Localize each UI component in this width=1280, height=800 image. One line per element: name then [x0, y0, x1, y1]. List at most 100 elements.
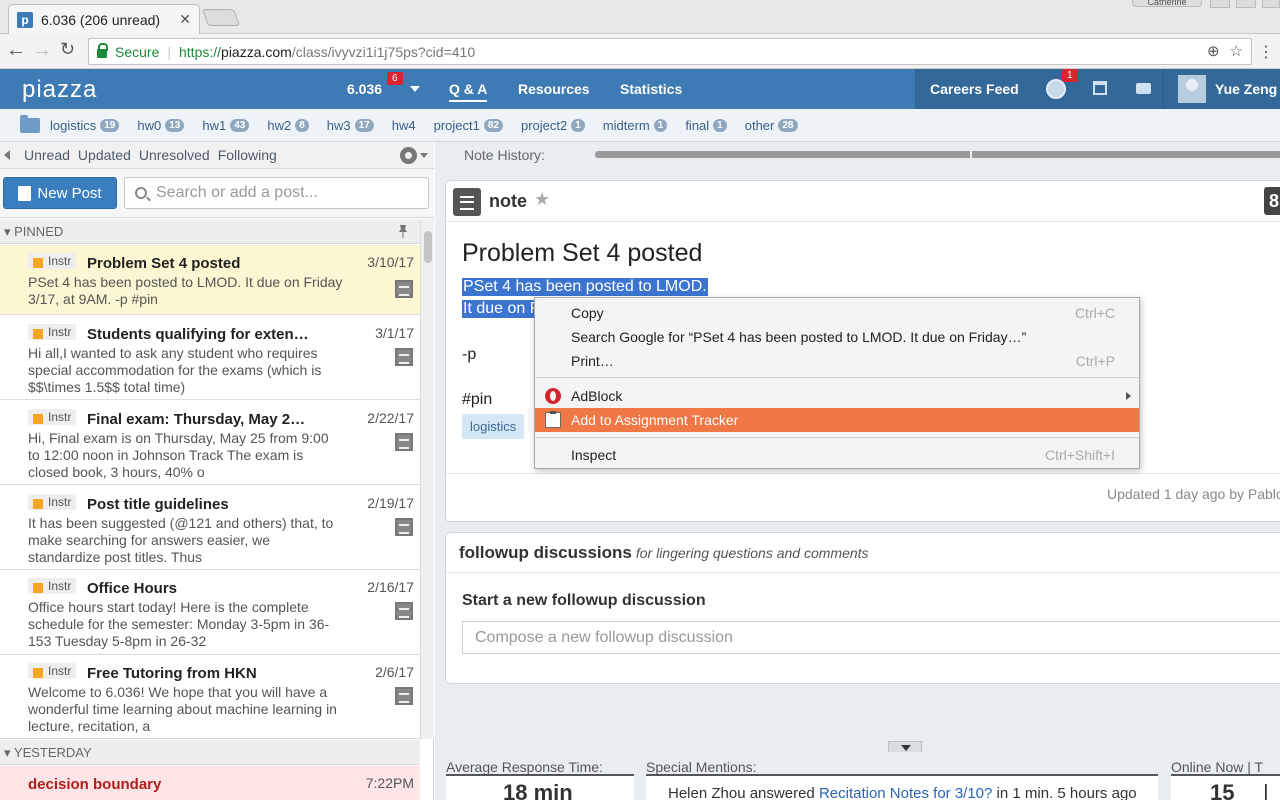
followup-subtitle: for lingering questions and comments	[635, 545, 869, 561]
filter-following[interactable]: Following	[218, 147, 277, 163]
chevron-down-icon[interactable]	[420, 153, 428, 158]
gear-icon[interactable]	[400, 147, 417, 164]
collapse-arrow-icon[interactable]	[4, 150, 10, 160]
scrollbar-thumb[interactable]	[424, 231, 432, 263]
zoom-icon[interactable]: ⊕	[1207, 42, 1220, 60]
folder-other[interactable]: other 28	[745, 118, 798, 133]
calendar-icon[interactable]	[1093, 81, 1107, 95]
note-history-slider[interactable]	[595, 151, 1280, 158]
address-bar-row: ← → ↻ Secure | https://piazza.com/class/…	[0, 34, 1280, 69]
reload-icon[interactable]: ↻	[60, 39, 75, 60]
post-date: 2/22/17	[367, 410, 414, 426]
pin-icon[interactable]	[397, 224, 409, 238]
menu-item-print[interactable]: Print… Ctrl+P	[535, 349, 1139, 373]
menu-item-copy[interactable]: Copy Ctrl+C	[535, 301, 1139, 325]
note-icon	[395, 518, 413, 536]
folder-project2[interactable]: project2 1	[521, 118, 585, 133]
menu-item-search-google[interactable]: Search Google for “PSet 4 has been poste…	[535, 325, 1139, 349]
nav-statistics[interactable]: Statistics	[620, 81, 682, 97]
mention-tail: in 1 min. 5 hours ago	[992, 785, 1137, 800]
instructor-badge: Instr	[28, 663, 77, 679]
note-menu-icon[interactable]	[453, 188, 481, 216]
user-name[interactable]: Yue Zeng	[1215, 81, 1277, 97]
new-post-button[interactable]: New Post	[3, 177, 117, 209]
list-item[interactable]: decision boundary 7:22PM	[0, 766, 420, 800]
followup-header: followup discussions for lingering questi…	[446, 533, 1280, 573]
filter-unread[interactable]: Unread	[24, 147, 70, 163]
folder-midterm[interactable]: midterm 1	[603, 118, 668, 133]
folder-label: other	[744, 117, 775, 133]
bookmark-star-icon[interactable]: ☆	[1230, 42, 1243, 60]
folder-hw1[interactable]: hw1 43	[202, 118, 250, 133]
notification-badge: 1	[1062, 69, 1078, 82]
network-globe-icon[interactable]	[1046, 79, 1066, 99]
close-icon[interactable]: ✕	[179, 11, 191, 28]
post-list-scrollbar[interactable]	[420, 219, 434, 739]
group-label: ▾ YESTERDAY	[4, 745, 92, 760]
class-dropdown-caret-icon[interactable]	[410, 86, 420, 92]
list-item[interactable]: Instr Free Tutoring from HKN 2/6/17 Welc…	[0, 655, 420, 739]
folder-icon[interactable]	[20, 114, 40, 133]
post-snippet: PSet 4 has been posted to LMOD. It due o…	[28, 274, 343, 307]
group-header-yesterday[interactable]: ▾ YESTERDAY	[0, 740, 420, 765]
star-icon[interactable]: ★	[534, 189, 550, 210]
browser-tab[interactable]: p 6.036 (206 unread) ✕	[8, 4, 200, 34]
note-type-label: note	[489, 191, 527, 211]
profile-button[interactable]: Catherine	[1132, 0, 1202, 7]
folder-count-badge: 1	[653, 118, 668, 132]
group-header-pinned[interactable]: ▾ PINNED	[0, 219, 420, 244]
post-title: decision boundary	[28, 776, 162, 793]
filter-updated[interactable]: Updated	[78, 147, 131, 163]
nav-qa[interactable]: Q & A	[449, 81, 488, 102]
filter-unresolved[interactable]: Unresolved	[139, 147, 210, 163]
menu-item-adblock[interactable]: AdBlock	[535, 384, 1139, 408]
avatar[interactable]	[1178, 75, 1206, 103]
nav-resources[interactable]: Resources	[518, 81, 590, 97]
folder-final[interactable]: final 1	[685, 118, 727, 133]
minimize-icon[interactable]	[1210, 0, 1230, 8]
piazza-logo[interactable]: piazza	[22, 76, 97, 104]
menu-dots-icon[interactable]: ⋮	[1258, 42, 1274, 62]
search-placeholder: Search or add a post...	[156, 184, 318, 201]
maximize-icon[interactable]	[1236, 0, 1256, 8]
avg-response-value: 18 min	[503, 780, 573, 800]
forward-icon[interactable]: →	[32, 39, 52, 62]
list-item[interactable]: Instr Problem Set 4 posted 3/10/17 PSet …	[0, 245, 420, 315]
careers-feed-link[interactable]: Careers Feed	[930, 81, 1019, 97]
class-selector[interactable]: 6.036	[347, 81, 382, 97]
group-label: ▾ PINNED	[4, 224, 64, 239]
followup-input[interactable]: Compose a new followup discussion	[462, 621, 1280, 654]
post-title: Problem Set 4 posted	[87, 255, 241, 272]
folder-hw4[interactable]: hw4	[392, 118, 416, 133]
folder-project1[interactable]: project1 82	[434, 118, 503, 133]
folder-label: project2	[520, 117, 568, 133]
chat-icon[interactable]	[1136, 83, 1151, 94]
list-item[interactable]: Instr Final exam: Thursday, May 2… 2/22/…	[0, 401, 420, 485]
list-item[interactable]: Instr Office Hours 2/16/17 Office hours …	[0, 570, 420, 655]
mention-link[interactable]: Recitation Notes for 3/10?	[819, 785, 992, 800]
folder-tag-logistics[interactable]: logistics	[462, 414, 525, 439]
folder-hw3[interactable]: hw3 17	[327, 118, 374, 133]
note-history-label: Note History:	[464, 147, 545, 163]
menu-item-add-to-assignment-tracker[interactable]: Add to Assignment Tracker	[535, 408, 1139, 432]
menu-item-inspect[interactable]: Inspect Ctrl+Shift+I	[535, 443, 1139, 467]
url-field[interactable]: Secure | https://piazza.com/class/ivyvzi…	[88, 38, 1252, 65]
folder-hw2[interactable]: hw2 8	[267, 118, 309, 133]
omnibox-divider: |	[167, 43, 171, 60]
folder-hw0[interactable]: hw0 13	[137, 118, 185, 133]
folder-count-badge: 28	[778, 118, 798, 132]
new-tab-button[interactable]	[201, 9, 241, 26]
special-mentions-box: Helen Zhou answered Recitation Notes for…	[646, 774, 1158, 800]
list-item[interactable]: Instr Students qualifying for exten… 3/1…	[0, 316, 420, 400]
url-host: piazza.com	[221, 43, 292, 60]
body-text: -p	[462, 346, 477, 363]
list-item[interactable]: Instr Post title guidelines 2/19/17 It h…	[0, 486, 420, 570]
folder-count-badge: 1	[571, 118, 585, 132]
folder-logistics[interactable]: logistics 19	[50, 117, 120, 133]
instructor-badge: Instr	[28, 409, 77, 425]
back-icon[interactable]: ←	[6, 39, 26, 62]
folder-label: logistics	[50, 117, 97, 133]
search-input[interactable]: Search or add a post...	[124, 177, 429, 209]
window-close-icon[interactable]	[1262, 0, 1280, 8]
followup-start-label: Start a new followup discussion	[462, 592, 706, 609]
